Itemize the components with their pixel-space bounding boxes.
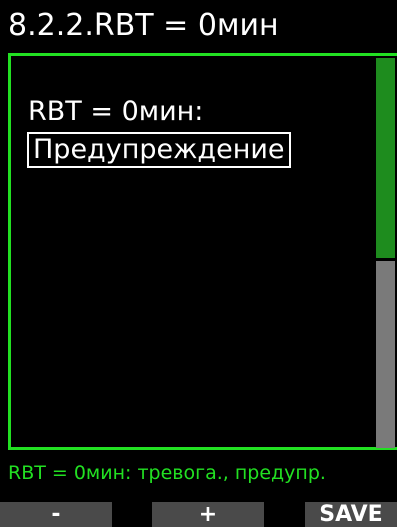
save-button[interactable]: SAVE bbox=[305, 502, 397, 527]
softkey-bar: - + SAVE bbox=[0, 502, 397, 527]
decrease-button[interactable]: - bbox=[0, 502, 112, 527]
page-title: 8.2.2.RBT = 0мин bbox=[8, 8, 279, 43]
scrollbar-thumb[interactable] bbox=[376, 58, 395, 258]
settings-panel: RBT = 0мин: Предупреждение bbox=[8, 53, 374, 450]
scrollbar-track bbox=[376, 261, 395, 448]
title-bar: 8.2.2.RBT = 0мин bbox=[0, 0, 397, 53]
setting-value-selector[interactable]: Предупреждение bbox=[27, 132, 291, 168]
setting-label: RBT = 0мин: bbox=[28, 96, 204, 127]
increase-button[interactable]: + bbox=[152, 502, 264, 527]
status-description: RBT = 0мин: тревога., предупр. bbox=[8, 462, 326, 484]
scrollbar[interactable] bbox=[374, 53, 397, 450]
